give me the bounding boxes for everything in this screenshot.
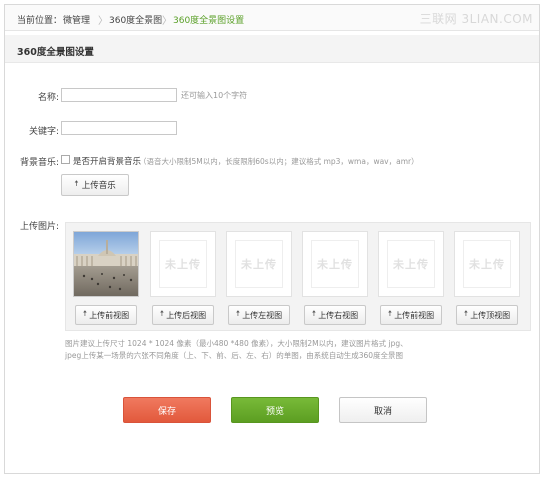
music-checkbox-text: 是否开启背景音乐 [73,157,142,167]
upload-front-view-button[interactable]: 🠅 上传前视图 [75,305,137,325]
upload-top-view-label: 上传顶视图 [470,310,511,320]
preview-button[interactable]: 预览 [231,397,319,423]
breadcrumb-item-weimanage[interactable]: 微管理 [63,13,90,26]
page-title: 360度全景图设置 [17,47,94,58]
upload-back-view-button[interactable]: 🠅 上传后视图 [152,305,214,325]
upload-front-view-button-2[interactable]: 🠅 上传前视图 [380,305,442,325]
not-uploaded-placeholder: 未上传 [387,240,435,288]
music-tip: （语音大小限制5M以内，长度限制60s以内；建议格式 mp3，wma，wav，a… [139,156,419,166]
images-label: 上传图片: [19,222,59,232]
music-checkbox[interactable] [61,155,70,164]
breadcrumb: 当前位置： 微管理 〉 360度全景图 〉 360度全景图设置 三联网 3LIA… [5,5,539,31]
not-uploaded-placeholder: 未上传 [311,240,359,288]
front-view-slot-2: 未上传 [378,231,444,297]
arrow-up-icon: 🠅 [159,309,165,318]
image-upload-panel: 🠅 上传前视图 未上传 🠅 上传后视图 未上传 🠅 上传左视图 未上传 🠅 上传… [65,222,531,331]
name-input[interactable] [61,88,177,102]
upload-front-view-label: 上传前视图 [89,310,130,320]
square-photo-image [74,232,138,296]
name-label: 名称: [37,93,59,103]
upload-music-label: 上传音乐 [81,181,116,191]
breadcrumb-item-panorama[interactable]: 360度全景图 [109,13,162,26]
upload-music-button[interactable]: 🠅 上传音乐 [61,174,129,196]
breadcrumb-item-current: 360度全景图设置 [173,16,245,26]
top-view-slot: 未上传 [454,231,520,297]
upload-back-view-label: 上传后视图 [166,310,207,320]
arrow-up-icon: 🠅 [235,309,241,318]
arrow-up-icon: 🠅 [463,309,469,318]
image-note-line-2: jpeg上传某一场景的六张不同角度（上、下、前、后、左、右）的单图，由系统自动生… [65,351,404,360]
right-view-slot: 未上传 [302,231,368,297]
arrow-up-icon: 🠅 [82,309,88,318]
upload-top-view-button[interactable]: 🠅 上传顶视图 [456,305,518,325]
watermark-logo: 三联网 3LIAN.COM [419,12,533,26]
content-frame: 当前位置： 微管理 〉 360度全景图 〉 360度全景图设置 三联网 3LIA… [4,4,540,474]
left-view-slot: 未上传 [226,231,292,297]
not-uploaded-placeholder: 未上传 [463,240,511,288]
upload-right-view-label: 上传右视图 [318,310,359,320]
upload-right-view-button[interactable]: 🠅 上传右视图 [304,305,366,325]
chevron-right-icon: 〉 [162,16,172,27]
image-note-line-1: 图片建议上传尺寸 1024 * 1024 像素（最小480 *480 像素），大… [65,339,408,348]
back-view-slot: 未上传 [150,231,216,297]
keyword-label: 关键字: [28,127,59,137]
name-hint: 还可输入10个字符 [181,91,248,100]
upload-front-view-label-2: 上传前视图 [394,310,435,320]
section-header: 360度全景图设置 [5,35,539,63]
arrow-up-icon: 🠅 [74,179,79,188]
front-view-photo [73,231,139,297]
breadcrumb-prefix: 当前位置： [17,16,63,26]
upload-left-view-label: 上传左视图 [242,310,283,320]
save-button[interactable]: 保存 [123,397,211,423]
chevron-right-icon: 〉 [98,16,108,27]
upload-left-view-button[interactable]: 🠅 上传左视图 [228,305,290,325]
cancel-button[interactable]: 取消 [339,397,427,423]
arrow-up-icon: 🠅 [387,309,393,318]
keyword-input[interactable] [61,121,177,135]
not-uploaded-placeholder: 未上传 [235,240,283,288]
arrow-up-icon: 🠅 [311,309,317,318]
not-uploaded-placeholder: 未上传 [159,240,207,288]
music-label: 背景音乐: [19,158,59,168]
